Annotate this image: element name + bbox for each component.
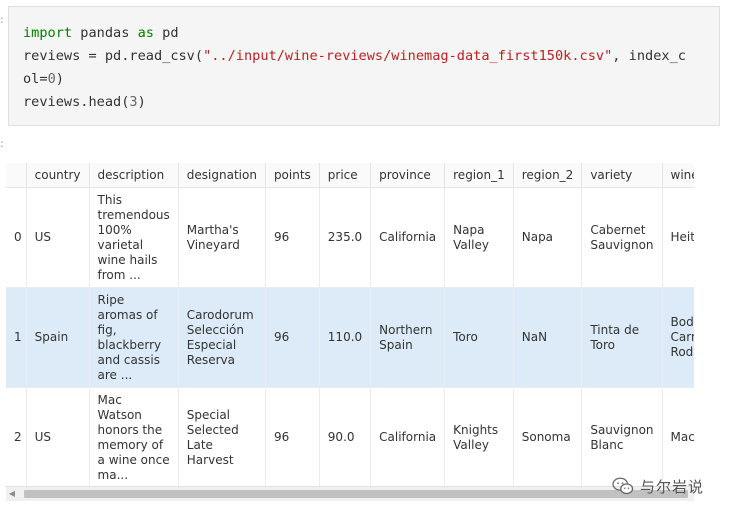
code-token: )	[55, 71, 64, 87]
cell-region-2: NaN	[513, 287, 583, 388]
cell-variety: Tinta de Toro	[581, 287, 663, 388]
cell-points: 96	[265, 387, 320, 486]
code-string: "../input/wine-reviews/winemag-data_firs…	[203, 48, 613, 64]
code-text[interactable]: import pandas as pd reviews = pd.read_cs…	[23, 22, 686, 114]
cell-price: 110.0	[319, 287, 372, 388]
cell-description: This tremendous 100% varietal wine hails…	[89, 187, 179, 288]
output-gutter-mark: :	[0, 137, 4, 150]
cell-region-1: Napa Valley	[444, 187, 514, 288]
column-header-variety: variety	[581, 163, 663, 188]
code-token: reviews.head(	[23, 94, 130, 110]
code-keyword: as	[137, 25, 154, 41]
cell-variety: Sauvignon Blanc	[581, 387, 663, 486]
cell-region-2: Napa	[513, 187, 583, 288]
column-header-province: province	[370, 163, 446, 188]
cell-points: 96	[265, 187, 320, 288]
code-token: pandas	[72, 25, 138, 41]
code-token: pd	[153, 25, 179, 41]
cell-province: California	[370, 387, 446, 486]
cell-designation: Special Selected Late Harvest	[178, 387, 266, 486]
cell-gutter-mark: :	[0, 13, 4, 26]
cell-variety: Cabernet Sauvignon	[581, 187, 663, 288]
column-header-region-2: region_2	[513, 163, 583, 188]
row-index: 1	[6, 287, 27, 388]
cell-country: Spain	[26, 287, 90, 388]
cell-province: Northern Spain	[370, 287, 446, 388]
code-token: )	[137, 94, 146, 110]
column-header-points: points	[265, 163, 320, 188]
column-header-region-1: region_1	[444, 163, 514, 188]
cell-winery: Heitz	[662, 187, 694, 288]
horizontal-scrollbar[interactable]: ◀	[6, 486, 694, 501]
cell-winery: Macauley	[662, 387, 694, 486]
cell-winery: Bodega Carmen Rodríguez	[662, 287, 694, 388]
cell-country: US	[26, 387, 90, 486]
table-row[interactable]: 0 US This tremendous 100% varietal wine …	[6, 187, 694, 288]
column-header-winery: winery	[662, 163, 694, 188]
column-header-description: description	[89, 163, 179, 188]
cell-price: 235.0	[319, 187, 372, 288]
cell-designation: Carodorum Selección Especial Reserva	[178, 287, 266, 388]
scrollbar-thumb[interactable]	[24, 490, 688, 498]
table-row[interactable]: 2 US Mac Watson honors the memory of a w…	[6, 387, 694, 486]
index-header	[6, 163, 27, 188]
cell-description: Mac Watson honors the memory of a wine o…	[89, 387, 179, 486]
code-number: 3	[129, 94, 138, 110]
column-header-price: price	[319, 163, 372, 188]
watermark-text: 与尔岩说	[640, 477, 705, 496]
code-token: reviews = pd.read_csv(	[23, 48, 204, 64]
row-index: 0	[6, 187, 27, 288]
cell-description: Ripe aromas of fig, blackberry and cassi…	[89, 287, 179, 388]
cell-price: 90.0	[319, 387, 372, 486]
table-row-selected[interactable]: 1 Spain Ripe aromas of fig, blackberry a…	[6, 287, 694, 388]
code-number: 0	[47, 71, 56, 87]
code-token: ol=	[23, 71, 48, 87]
table-header-row: country description designation points p…	[6, 163, 694, 188]
cell-region-2: Sonoma	[513, 387, 583, 486]
cell-region-1: Toro	[444, 287, 514, 388]
cell-province: California	[370, 187, 446, 288]
watermark: 与尔岩说	[612, 474, 704, 498]
code-keyword: import	[23, 25, 73, 41]
wechat-icon	[612, 477, 634, 495]
cell-country: US	[26, 187, 90, 288]
dataframe-output: country description designation points p…	[6, 163, 694, 486]
code-cell[interactable]: import pandas as pd reviews = pd.read_cs…	[8, 6, 720, 126]
column-header-designation: designation	[178, 163, 266, 188]
row-index: 2	[6, 387, 27, 486]
scroll-left-arrow-icon[interactable]: ◀	[8, 489, 16, 499]
code-token: , index_c	[612, 48, 686, 64]
dataframe-table: country description designation points p…	[6, 163, 694, 486]
column-header-country: country	[26, 163, 90, 188]
cell-designation: Martha's Vineyard	[178, 187, 266, 288]
cell-points: 96	[265, 287, 320, 388]
cell-region-1: Knights Valley	[444, 387, 514, 486]
